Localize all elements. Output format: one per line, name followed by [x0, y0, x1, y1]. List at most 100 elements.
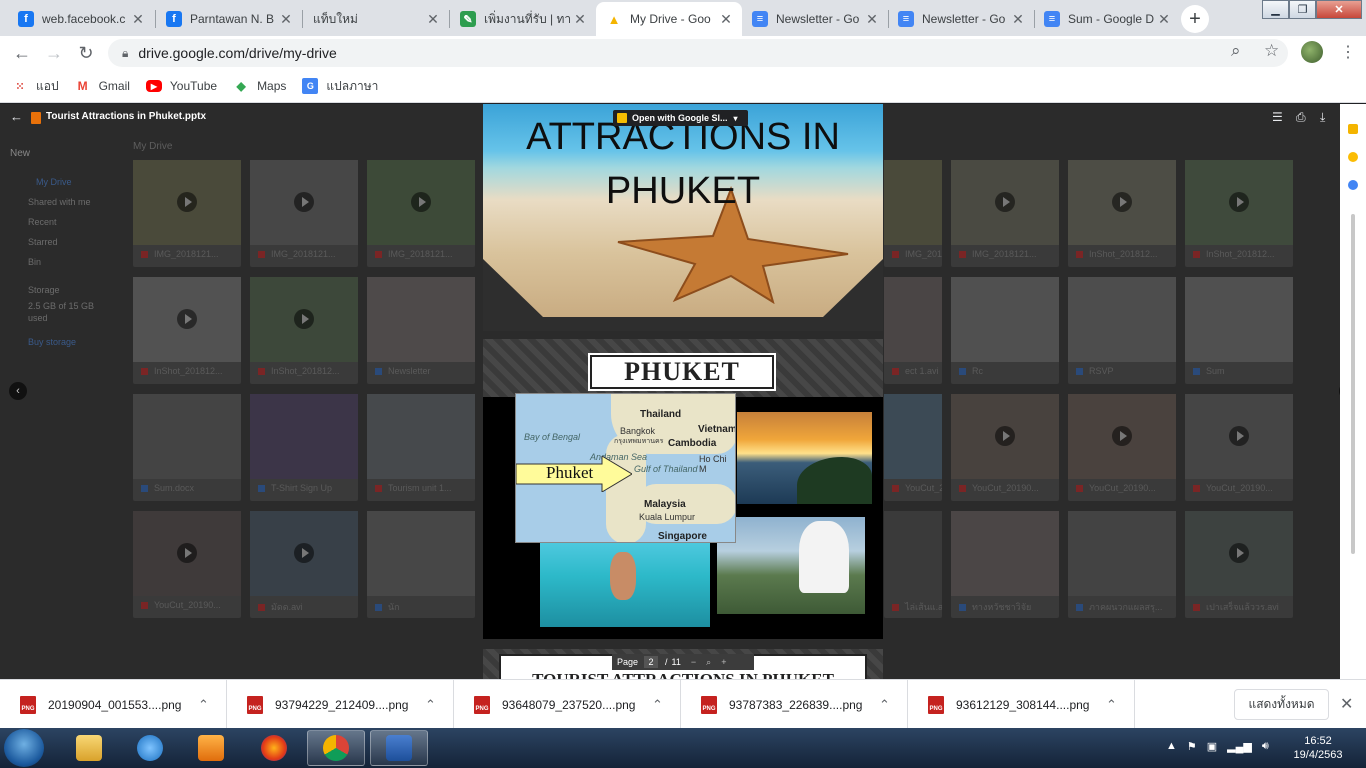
device-icon[interactable]: ▣	[1207, 740, 1217, 753]
file-thumbnail[interactable]: RSVP	[1068, 277, 1176, 384]
close-icon[interactable]: ✕	[130, 11, 146, 28]
file-thumbnail[interactable]: InShot_201812...	[1068, 160, 1176, 267]
download-item[interactable]: PNG 20190904_001553....png ⌃	[0, 680, 227, 729]
taskbar-word[interactable]	[370, 730, 428, 766]
chevron-up-icon[interactable]: ⌃	[1106, 697, 1117, 713]
download-item[interactable]: PNG 93612129_308144....png ⌃	[908, 680, 1135, 729]
action-center-icon[interactable]: ⚑	[1187, 740, 1197, 753]
file-thumbnail[interactable]: YouCut_20190...	[1185, 394, 1293, 501]
file-thumbnail[interactable]: IMG_2018121...	[884, 160, 942, 267]
file-thumbnail[interactable]: IMG_2018121...	[367, 160, 475, 267]
tab-facebook-1[interactable]: f web.facebook.c ✕	[8, 2, 154, 36]
zoom-in-icon[interactable]: +	[721, 657, 726, 667]
sidebar-item-my-drive[interactable]: My Drive	[10, 172, 120, 192]
download-item[interactable]: PNG 93794229_212409....png ⌃	[227, 680, 454, 729]
zoom-icon[interactable]: ⌕	[1231, 41, 1241, 61]
tab-new-tab[interactable]: แท็บใหม่ ✕	[303, 2, 449, 36]
close-icon[interactable]: ✕	[1010, 11, 1026, 28]
calendar-icon[interactable]	[1348, 124, 1358, 134]
chevron-up-icon[interactable]: ⌃	[879, 697, 890, 713]
close-preview-icon[interactable]: ←	[10, 109, 23, 124]
reload-button[interactable]: ↻	[74, 41, 98, 65]
back-button[interactable]: ←	[10, 41, 34, 65]
tasks-icon[interactable]	[1348, 180, 1358, 190]
taskbar-clock[interactable]: 16:52 19/4/2563	[1288, 734, 1348, 762]
volume-icon[interactable]: 🔊︎	[1262, 740, 1269, 753]
file-thumbnail[interactable]: InShot_201812...	[1185, 160, 1293, 267]
file-thumbnail[interactable]: Sum	[1185, 277, 1293, 384]
taskbar-chrome[interactable]	[307, 730, 365, 766]
chrome-menu-icon[interactable]: ⋮	[1340, 42, 1356, 62]
file-thumbnail[interactable]: Rc	[951, 277, 1059, 384]
file-thumbnail[interactable]: ภาคผนวกแผลสรุ...	[1068, 511, 1176, 618]
close-icon[interactable]: ✕	[278, 11, 294, 28]
sidebar-item-starred[interactable]: Starred	[10, 232, 120, 252]
taskbar-internet-explorer[interactable]	[121, 730, 179, 766]
bookmark-translate[interactable]: G แปลภาษา	[302, 77, 378, 96]
previous-file-button[interactable]: ‹	[9, 382, 27, 400]
magnifier-icon[interactable]: ⌕	[706, 657, 711, 668]
download-icon[interactable]: ⤓	[1320, 110, 1325, 125]
file-thumbnail[interactable]: YouCut_20190...	[951, 394, 1059, 501]
file-thumbnail[interactable]: มัดด.avi	[250, 511, 358, 618]
close-icon[interactable]: ✕	[425, 11, 441, 28]
chevron-up-icon[interactable]: ⌃	[198, 697, 209, 713]
close-icon[interactable]: ✕	[864, 11, 880, 28]
profile-avatar[interactable]	[1301, 41, 1323, 63]
tab-newsletter-1[interactable]: ≡ Newsletter - Go ✕	[742, 2, 888, 36]
tab-sum-doc[interactable]: ≡ Sum - Google D ✕	[1034, 2, 1180, 36]
taskbar-media-player[interactable]	[182, 730, 240, 766]
sidebar-item-storage[interactable]: Storage	[10, 280, 120, 300]
file-thumbnail[interactable]: IMG_2018121...	[250, 160, 358, 267]
file-thumbnail[interactable]: YouCut_20190...	[1068, 394, 1176, 501]
file-thumbnail[interactable]: Tourism unit 1...	[367, 394, 475, 501]
file-thumbnail[interactable]: เปาเสร็จแล้ววร.avi	[1185, 511, 1293, 618]
show-all-downloads-button[interactable]: แสดงทั้งหมด	[1234, 689, 1329, 720]
new-tab-button[interactable]: +	[1181, 5, 1209, 33]
file-thumbnail[interactable]: Sum.docx	[133, 394, 241, 501]
close-icon[interactable]: ✕	[718, 11, 734, 28]
add-comment-icon[interactable]: ☰	[1272, 110, 1283, 124]
file-thumbnail[interactable]: นัก	[367, 511, 475, 618]
file-thumbnail[interactable]: ทางหวัชชาวิจัย	[951, 511, 1059, 618]
sidebar-item-shared[interactable]: Shared with me	[10, 192, 120, 212]
sidebar-item-recent[interactable]: Recent	[10, 212, 120, 232]
file-thumbnail[interactable]: IMG_2018121...	[951, 160, 1059, 267]
download-item[interactable]: PNG 93787383_226839....png ⌃	[681, 680, 908, 729]
file-thumbnail[interactable]: T-Shirt Sign Up	[250, 394, 358, 501]
open-with-google-slides-button[interactable]: Open with Google Sl... ▾	[613, 110, 748, 126]
file-thumbnail[interactable]: InShot_201812...	[133, 277, 241, 384]
bookmark-apps[interactable]: ⁙ แอป	[12, 77, 58, 96]
download-item[interactable]: PNG 93648079_237520....png ⌃	[454, 680, 681, 729]
zoom-out-icon[interactable]: −	[691, 657, 696, 667]
taskbar-explorer[interactable]	[60, 730, 118, 766]
close-icon[interactable]: ✕	[1156, 11, 1172, 28]
file-thumbnail[interactable]: YouCut_20190...	[884, 394, 942, 501]
chevron-up-icon[interactable]: ⌃	[652, 697, 663, 713]
current-page[interactable]: 2	[644, 656, 659, 668]
bookmark-gmail[interactable]: M Gmail	[75, 78, 130, 94]
chevron-up-icon[interactable]: ⌃	[425, 697, 436, 713]
close-window-button[interactable]: ✕	[1316, 0, 1362, 19]
tab-classroom[interactable]: ✎ เพิ่มงานที่รับ | ทา ✕	[450, 2, 596, 36]
maximize-button[interactable]: ❐	[1289, 0, 1316, 19]
tab-facebook-2[interactable]: f Parntawan N. B ✕	[156, 2, 302, 36]
start-button[interactable]	[4, 729, 44, 767]
file-thumbnail[interactable]: Newsletter	[367, 277, 475, 384]
sidebar-item-bin[interactable]: Bin	[10, 252, 120, 272]
show-hidden-icons-icon[interactable]: ▲	[1166, 740, 1177, 753]
keep-icon[interactable]	[1348, 152, 1358, 162]
address-bar[interactable]: 🔒︎ drive.google.com/drive/my-drive	[108, 39, 1288, 67]
forward-button[interactable]: →	[42, 41, 66, 65]
file-thumbnail[interactable]: ไล่เส้นแ.avi	[884, 511, 942, 618]
tab-newsletter-2[interactable]: ≡ Newsletter - Go ✕	[888, 2, 1034, 36]
network-signal-icon[interactable]: ▂▄▆	[1227, 740, 1252, 753]
close-icon[interactable]: ✕	[572, 11, 588, 28]
file-thumbnail[interactable]: ect 1.avi	[884, 277, 942, 384]
file-thumbnail[interactable]: YouCut_20190...	[133, 511, 241, 618]
print-icon[interactable]: ⎙	[1296, 110, 1306, 125]
scrollbar[interactable]	[1351, 214, 1355, 554]
minimize-button[interactable]: ▁	[1262, 0, 1289, 19]
buy-storage-link[interactable]: Buy storage	[10, 332, 120, 352]
bookmark-star-icon[interactable]: ☆	[1264, 41, 1279, 61]
